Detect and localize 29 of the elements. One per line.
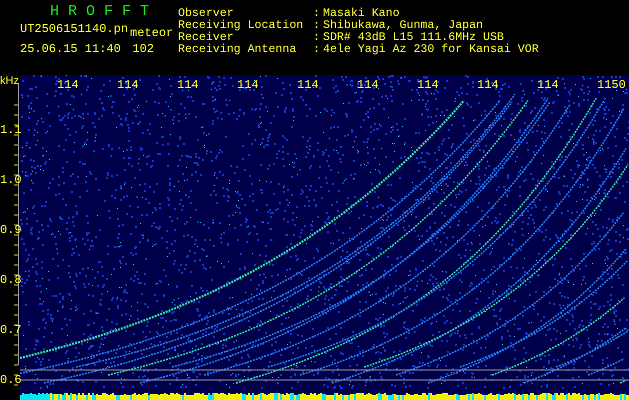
axis-tick-label: 0.6 (0, 374, 22, 386)
timestamp: 25.06.15 11:40 (20, 43, 121, 55)
axis-tick-label: 114 (177, 79, 199, 91)
separator: : (313, 44, 321, 56)
event-count: 102 (132, 43, 154, 55)
separator: : (313, 32, 321, 44)
info-label: Receiving Antenna (178, 44, 298, 56)
info-label: Receiver (178, 32, 234, 44)
separator: : (313, 8, 321, 20)
separator: : (313, 20, 321, 32)
app-title: H R O F F T (50, 3, 150, 20)
info-label: Observer (178, 8, 234, 20)
axis-tick-label: 114 (357, 79, 379, 91)
event-type: meteor (130, 27, 174, 39)
axis-tick-label: 1150 (597, 79, 626, 91)
info-value: Masaki Kano (323, 8, 400, 20)
axis-tick-label: 114 (237, 79, 259, 91)
file-name: UT2506151140.pn (20, 23, 128, 35)
unit-label: kHz (0, 75, 19, 87)
info-value: SDR# 43dB L15 111.6MHz USB (323, 32, 504, 44)
axis-tick-label: 114 (57, 79, 79, 91)
axis-tick-label: 114 (117, 79, 139, 91)
axis-tick-label: 114 (417, 79, 439, 91)
axis-tick-label: 114 (297, 79, 319, 91)
axis-tick-label: 114 (477, 79, 499, 91)
info-value: 4ele Yagi Az 230 for Kansai VOR (323, 44, 539, 56)
axis-tick-label: 114 (537, 79, 559, 91)
info-label: Receiving Location (178, 20, 304, 32)
info-value: Shibukawa, Gunma, Japan (323, 20, 484, 32)
